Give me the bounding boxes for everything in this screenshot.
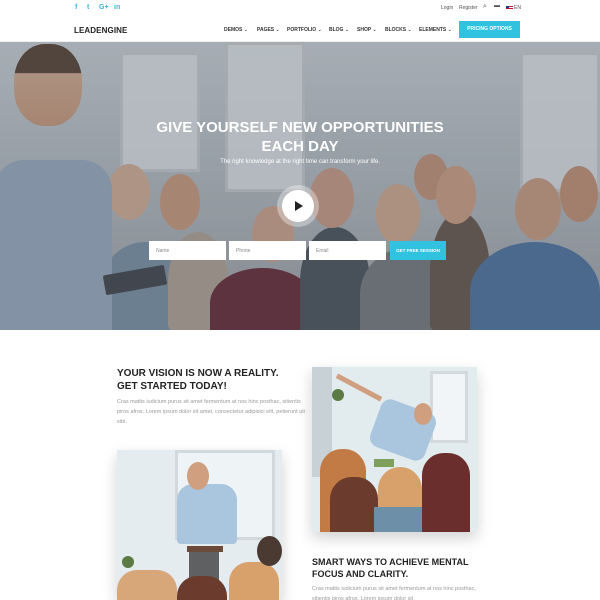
nav-item-blocks[interactable]: BLOCKS ⌄ [385,27,412,33]
play-video-button[interactable] [282,190,314,222]
nav-item-pages[interactable]: PAGES ⌄ [257,27,280,33]
nav-item-blog[interactable]: BLOG ⌄ [329,27,349,33]
chevron-down-icon: ⌄ [407,27,412,33]
chevron-down-icon: ⌄ [275,27,280,33]
facebook-icon[interactable]: f [75,4,77,11]
nav-item-portfolio[interactable]: PORTFOLIO ⌄ [287,27,322,33]
linkedin-icon[interactable]: in [114,4,120,11]
chevron-down-icon: ⌄ [243,27,248,33]
smart-ways-heading: SMART WAYS TO ACHIEVE MENTAL FOCUS AND C… [312,557,469,579]
us-flag-icon[interactable] [506,6,513,10]
pricing-options-button[interactable]: PRICING OPTIONS [459,21,520,38]
smart-ways-description: Cras mattis iudicium purus sit amet ferm… [312,586,476,600]
site-logo[interactable]: LEADENGINE [74,26,127,35]
cart-icon[interactable]: ▬ [494,3,500,9]
email-input[interactable] [309,241,386,260]
google-plus-icon[interactable]: G+ [99,4,109,11]
main-navigation: LEADENGINE DEMOS ⌄ PAGES ⌄ PORTFOLIO ⌄ B… [0,17,600,42]
hero-subtitle: The right knowledge at the right time ca… [220,159,380,165]
get-free-session-button[interactable]: GET FREE SESSION [390,241,446,260]
twitter-icon[interactable]: t [87,4,89,11]
hero-section: GIVE YOURSELF NEW OPPORTUNITIES EACH DAY… [0,42,600,330]
language-selector[interactable]: EN [514,5,521,11]
phone-input[interactable] [229,241,306,260]
hero-title: GIVE YOURSELF NEW OPPORTUNITIES EACH DAY [156,119,444,155]
chevron-down-icon: ⌄ [344,27,350,33]
login-link[interactable]: Login [441,5,453,11]
chevron-down-icon: ⌄ [447,27,452,33]
nav-item-elements[interactable]: ELEMENTS ⌄ [419,27,452,33]
vision-heading: YOUR VISION IS NOW A REALITY. GET STARTE… [117,368,279,392]
search-icon[interactable]: ⌕ [483,3,487,11]
nav-item-shop[interactable]: SHOP ⌄ [357,27,377,33]
classroom-photo-presenting [117,450,282,600]
register-link[interactable]: Register [459,5,478,11]
nav-item-demos[interactable]: DEMOS ⌄ [224,27,248,33]
name-input[interactable] [149,241,226,260]
classroom-photo-gesturing [312,367,477,532]
chevron-down-icon: ⌄ [317,27,322,33]
chevron-down-icon: ⌄ [372,27,377,33]
vision-description: Cras mattis iudicium purus sit amet ferm… [117,399,305,425]
top-bar: f t G+ in Login Register ⌕ ▬ EN [0,0,600,17]
